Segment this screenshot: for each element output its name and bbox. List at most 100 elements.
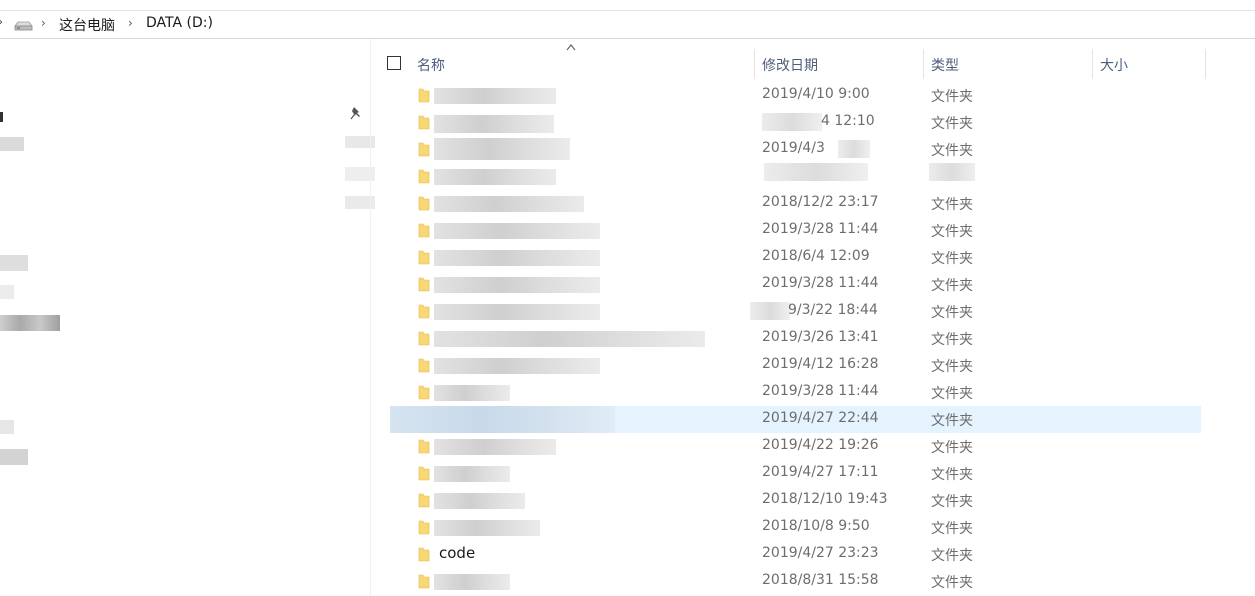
file-name-redacted — [434, 250, 600, 266]
file-row-selected[interactable]: 2019/4/27 22:44 文件夹 — [390, 406, 1201, 433]
folder-icon — [418, 574, 430, 589]
file-row[interactable]: 2019/4/3 文件夹 — [390, 136, 1201, 163]
file-row[interactable]: 2019/3/28 11:44 文件夹 — [390, 217, 1201, 244]
file-type: 文件夹 — [931, 440, 973, 456]
file-row[interactable]: 2019/3/28 11:44 文件夹 — [390, 271, 1201, 298]
file-name-redacted — [434, 331, 705, 347]
column-header: 名称 修改日期 类型 大小 — [372, 39, 1255, 87]
navigation-pane[interactable] — [0, 39, 375, 596]
file-name-redacted — [434, 277, 600, 293]
file-row[interactable]: 2019/3/28 11:44 文件夹 — [390, 379, 1201, 406]
folder-icon — [418, 142, 430, 157]
file-date: 2018/6/4 12:09 — [762, 248, 870, 264]
column-header-name[interactable]: 名称 — [417, 55, 445, 75]
file-date: 2019/4/27 22:44 — [762, 410, 879, 426]
folder-icon — [418, 88, 430, 103]
file-type: 文件夹 — [931, 305, 973, 321]
file-row[interactable] — [390, 163, 1201, 190]
column-header-size[interactable]: 大小 — [1100, 55, 1128, 75]
file-name-redacted — [434, 493, 525, 509]
file-name-redacted — [434, 385, 510, 401]
file-row[interactable]: 9/3/22 18:44 文件夹 — [390, 298, 1201, 325]
file-row[interactable]: 2018/12/10 19:43 文件夹 — [390, 487, 1201, 514]
column-separator[interactable] — [754, 49, 755, 79]
file-type: 文件夹 — [931, 386, 973, 402]
folder-icon — [418, 493, 430, 508]
file-date: 2018/10/8 9:50 — [762, 518, 870, 534]
file-name-redacted — [390, 406, 615, 433]
file-name-redacted — [434, 304, 600, 320]
file-date: 2018/12/2 23:17 — [762, 194, 879, 210]
file-row[interactable]: 2019/4/22 19:26 文件夹 — [390, 433, 1201, 460]
column-header-type[interactable]: 类型 — [931, 55, 959, 75]
column-separator[interactable] — [923, 49, 924, 79]
file-type: 文件夹 — [931, 332, 973, 348]
nav-item[interactable] — [0, 255, 28, 271]
file-type: 文件夹 — [931, 521, 973, 537]
select-all-checkbox[interactable] — [387, 56, 401, 70]
column-separator[interactable] — [1092, 49, 1093, 79]
drive-icon — [14, 21, 33, 31]
pin-icon[interactable] — [350, 106, 362, 120]
file-name-redacted — [434, 520, 540, 536]
file-row[interactable]: 2018/12/2 23:17 文件夹 — [390, 190, 1201, 217]
folder-icon — [418, 277, 430, 292]
address-bar[interactable]: › › 这台电脑 › DATA (D:) — [0, 11, 1255, 39]
folder-icon — [418, 439, 430, 454]
nav-item[interactable] — [0, 449, 28, 465]
file-date: 2019/3/28 11:44 — [762, 383, 879, 399]
breadcrumb-data-drive[interactable]: DATA (D:) — [146, 15, 213, 31]
file-row[interactable]: 2019/4/12 16:28 文件夹 — [390, 352, 1201, 379]
chevron-right-icon: › — [41, 16, 46, 30]
date-redacted — [764, 163, 868, 181]
file-date: 2019/3/28 11:44 — [762, 221, 879, 237]
file-date: 2018/12/10 19:43 — [762, 491, 888, 507]
date-redacted — [762, 113, 822, 131]
file-name-redacted — [434, 439, 556, 455]
nav-item[interactable] — [0, 112, 3, 122]
file-date: 2019/4/3 — [762, 140, 825, 156]
file-name-redacted — [434, 574, 510, 590]
file-type: 文件夹 — [931, 143, 973, 159]
file-type: 文件夹 — [931, 359, 973, 375]
file-date: 2019/4/27 17:11 — [762, 464, 879, 480]
file-row[interactable]: 2018/8/31 15:58 文件夹 — [390, 568, 1201, 595]
column-header-date[interactable]: 修改日期 — [762, 55, 818, 75]
file-date: 2019/4/22 19:26 — [762, 437, 879, 453]
nav-item[interactable] — [0, 420, 14, 434]
window-top-edge — [0, 0, 1255, 11]
file-row[interactable]: 2019/4/27 17:11 文件夹 — [390, 460, 1201, 487]
file-name-redacted — [434, 223, 600, 239]
nav-item[interactable] — [0, 285, 14, 299]
folder-icon — [418, 358, 430, 373]
nav-item[interactable] — [0, 137, 24, 151]
file-name-redacted — [434, 466, 510, 482]
file-type: 文件夹 — [931, 278, 973, 294]
file-name-redacted — [434, 196, 584, 212]
file-row[interactable]: 2018/6/4 12:09 文件夹 — [390, 244, 1201, 271]
column-separator[interactable] — [1205, 49, 1206, 79]
file-type: 文件夹 — [931, 494, 973, 510]
file-type: 文件夹 — [931, 413, 973, 429]
file-date: 2019/3/28 11:44 — [762, 275, 879, 291]
folder-icon — [418, 304, 430, 319]
folder-icon — [418, 520, 430, 535]
file-date: 2018/8/31 15:58 — [762, 572, 879, 588]
pane-divider[interactable] — [370, 39, 371, 596]
nav-item[interactable] — [0, 315, 60, 331]
folder-icon — [418, 169, 430, 184]
folder-icon — [418, 466, 430, 481]
file-type: 文件夹 — [931, 251, 973, 267]
type-redacted — [929, 163, 975, 181]
file-name-redacted — [434, 88, 556, 104]
file-row[interactable]: 2019/3/26 13:41 文件夹 — [390, 325, 1201, 352]
file-date: 9/3/22 18:44 — [788, 302, 878, 318]
breadcrumb-this-pc[interactable]: 这台电脑 — [59, 15, 115, 35]
file-date: 2019/4/12 16:28 — [762, 356, 879, 372]
file-row[interactable]: 4 12:10 文件夹 — [390, 109, 1201, 136]
file-row[interactable]: code 2019/4/27 23:23 文件夹 — [390, 541, 1201, 568]
file-date: 2019/4/10 9:00 — [762, 86, 870, 102]
file-row[interactable]: 2019/4/10 9:00 文件夹 — [390, 82, 1201, 109]
sort-ascending-icon — [566, 44, 576, 51]
file-row[interactable]: 2018/10/8 9:50 文件夹 — [390, 514, 1201, 541]
